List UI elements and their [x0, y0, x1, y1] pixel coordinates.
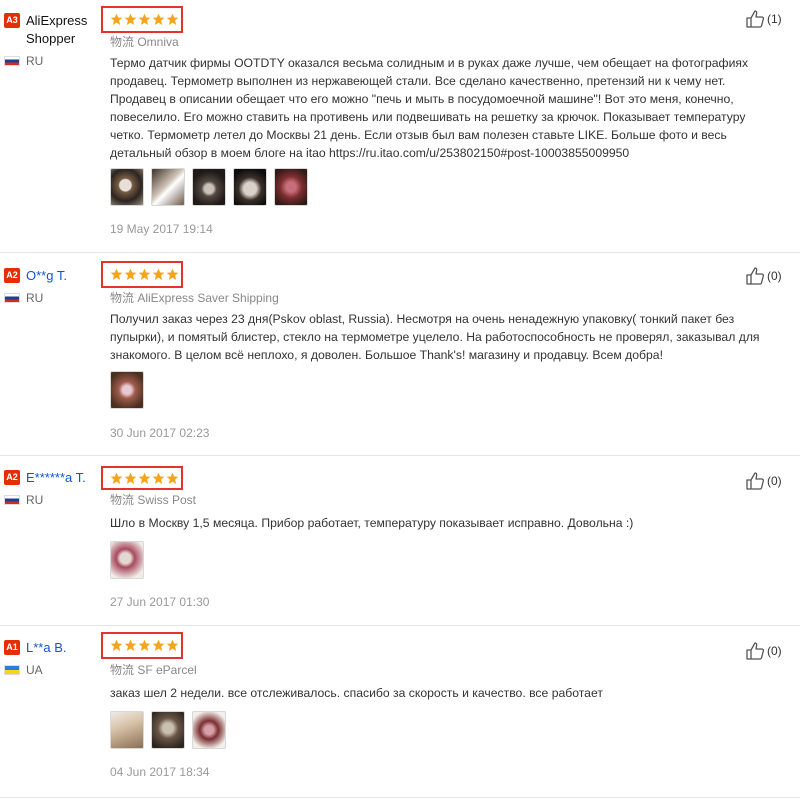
- star-icon: [110, 472, 123, 484]
- thumbs-up-icon: [746, 472, 765, 490]
- reviews-list: A3 AliExpress Shopper RU 物流 Omniva Термо…: [0, 0, 800, 798]
- star-icon: [152, 268, 165, 281]
- star-rating: [101, 632, 183, 659]
- thumbs-up-icon: [746, 267, 765, 285]
- helpful-count: (0): [767, 269, 782, 283]
- star-icon: [138, 13, 151, 26]
- star-icon: [110, 268, 123, 281]
- star-icon: [124, 268, 137, 281]
- helpful-count: (1): [767, 12, 782, 26]
- star-icon: [166, 639, 179, 652]
- review-photos: [110, 711, 233, 749]
- star-icon: [138, 472, 151, 484]
- helpful-button[interactable]: (0): [745, 471, 782, 491]
- reviewer-name: AliExpress Shopper: [26, 13, 88, 46]
- review-photos: [110, 371, 151, 409]
- buyer-level-badge: A2: [4, 470, 20, 485]
- ukraine-flag-icon: [4, 665, 20, 675]
- star-icon: [110, 13, 123, 26]
- helpful-button[interactable]: (0): [745, 266, 782, 286]
- review-photo-thumbnail[interactable]: [274, 168, 308, 206]
- shipping-method: 物流 Omniva: [110, 35, 179, 49]
- review-photos: [110, 168, 315, 206]
- shipping-method: 物流 Swiss Post: [110, 493, 197, 507]
- star-icon: [124, 472, 137, 484]
- shipping-method: 物流 AliExpress Saver Shipping: [110, 291, 279, 305]
- review-photos: [110, 541, 151, 579]
- star-rating: [101, 466, 183, 490]
- review-text: Получил заказ через 23 дня(Pskov oblast,…: [110, 312, 760, 362]
- star-icon: [110, 639, 123, 652]
- review-text: заказ шел 2 недели. все отслеживалось. с…: [110, 686, 603, 700]
- star-icon: [124, 13, 137, 26]
- thumbs-up-icon: [746, 642, 765, 660]
- star-icon: [152, 472, 165, 484]
- review-date: 19 May 2017 19:14: [110, 222, 213, 236]
- helpful-count: (0): [767, 474, 782, 488]
- reviewer-info: A2 E******a T. RU: [4, 469, 104, 507]
- buyer-level-badge: A2: [4, 268, 20, 283]
- review-text: Шло в Москву 1,5 месяца. Прибор работает…: [110, 516, 634, 530]
- star-icon: [166, 472, 179, 484]
- thumbs-up-icon: [746, 10, 765, 28]
- star-icon: [138, 268, 151, 281]
- reviewer-info: A2 O**g T. RU: [4, 267, 104, 305]
- star-rating: [101, 6, 183, 33]
- review-photo-thumbnail[interactable]: [151, 168, 185, 206]
- country-code: UA: [26, 663, 43, 677]
- review-photo-thumbnail[interactable]: [233, 168, 267, 206]
- review-item: A2 E******a T. RU 物流 Swiss Post Шло в Мо…: [0, 456, 800, 626]
- review-photo-thumbnail[interactable]: [110, 711, 144, 749]
- reviewer-country: UA: [4, 663, 104, 677]
- review-photo-thumbnail[interactable]: [192, 168, 226, 206]
- russia-flag-icon: [4, 293, 20, 303]
- review-date: 27 Jun 2017 01:30: [110, 595, 210, 609]
- star-icon: [152, 639, 165, 652]
- star-icon: [138, 639, 151, 652]
- russia-flag-icon: [4, 56, 20, 66]
- star-icon: [152, 13, 165, 26]
- star-icon: [124, 639, 137, 652]
- review-photo-thumbnail[interactable]: [110, 168, 144, 206]
- review-text: Термо датчик фирмы OOTDTY оказался весьм…: [110, 56, 749, 160]
- review-photo-thumbnail[interactable]: [110, 371, 144, 409]
- reviewer-info: A3 AliExpress Shopper RU: [4, 12, 104, 68]
- review-photo-thumbnail[interactable]: [151, 711, 185, 749]
- review-date: 04 Jun 2017 18:34: [110, 765, 210, 779]
- country-code: RU: [26, 291, 44, 305]
- star-rating: [101, 261, 183, 288]
- country-code: RU: [26, 493, 44, 507]
- helpful-button[interactable]: (1): [745, 9, 782, 29]
- reviewer-country: RU: [4, 291, 104, 305]
- helpful-button[interactable]: (0): [745, 641, 782, 661]
- review-date: 30 Jun 2017 02:23: [110, 426, 210, 440]
- reviewer-info: A1 L**a B. UA: [4, 639, 104, 677]
- reviewer-name[interactable]: L**a B.: [26, 639, 66, 657]
- helpful-count: (0): [767, 644, 782, 658]
- shipping-method: 物流 SF eParcel: [110, 663, 197, 677]
- review-photo-thumbnail[interactable]: [192, 711, 226, 749]
- review-item: A3 AliExpress Shopper RU 物流 Omniva Термо…: [0, 0, 800, 253]
- review-item: A1 L**a B. UA 物流 SF eParcel заказ шел 2 …: [0, 626, 800, 798]
- country-code: RU: [26, 54, 44, 68]
- reviewer-name[interactable]: O**g T.: [26, 267, 67, 285]
- review-photo-thumbnail[interactable]: [110, 541, 144, 579]
- reviewer-country: RU: [4, 54, 104, 68]
- reviewer-name[interactable]: E******a T.: [26, 469, 86, 487]
- russia-flag-icon: [4, 495, 20, 505]
- review-item: A2 O**g T. RU 物流 AliExpress Saver Shippi…: [0, 253, 800, 456]
- buyer-level-badge: A3: [4, 13, 20, 28]
- reviewer-country: RU: [4, 493, 104, 507]
- star-icon: [166, 268, 179, 281]
- buyer-level-badge: A1: [4, 640, 20, 655]
- star-icon: [166, 13, 179, 26]
